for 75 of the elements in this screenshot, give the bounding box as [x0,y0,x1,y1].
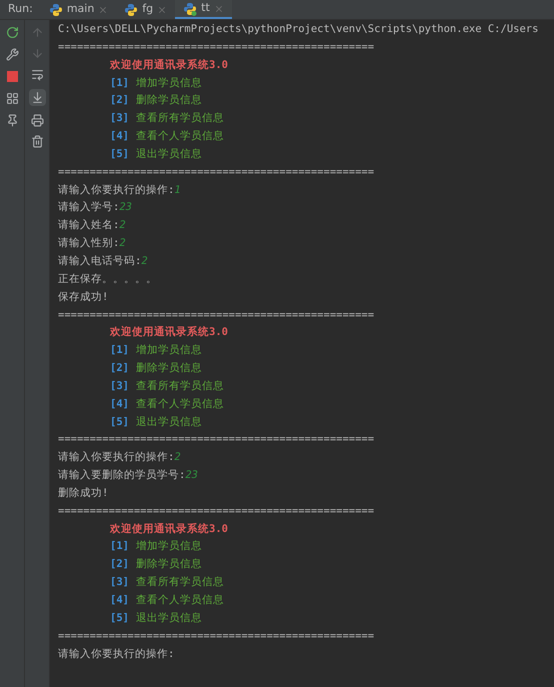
print-icon[interactable] [30,114,44,127]
run-tab[interactable]: main [40,0,116,19]
run-label: Run: [7,1,34,18]
separator-line: ================================================== [58,164,374,180]
option-number: [3] [110,111,129,126]
prompt-text: 请输入学号: [58,200,120,216]
input-text: 23 [119,200,132,216]
option-label: 查看个人学员信息 [136,129,224,144]
menu-title: 欢迎使用通讯录系统3.0 [108,58,228,73]
run-tab[interactable]: fg [116,0,176,19]
option-label: 增加学员信息 [136,76,202,91]
input-text: 2 [174,450,181,466]
option-number: [2] [110,557,129,572]
option-number: [2] [110,93,129,108]
input-text: 1 [174,182,181,198]
option-number: [3] [110,575,129,590]
option-number: [4] [110,129,129,144]
menu-title: 欢迎使用通讯录系统3.0 [108,522,228,537]
scroll-to-end-button[interactable] [28,89,46,106]
input-text: 2 [119,218,126,234]
wrench-icon[interactable] [6,48,18,61]
separator-line: ================================================== [58,308,374,322]
arrow-to-line-icon [30,91,44,104]
option-label: 增加学员信息 [136,343,202,358]
option-number: [2] [110,361,129,376]
option-label: 退出学员信息 [136,414,202,430]
option-label: 查看所有学员信息 [136,111,224,126]
separator-line: ================================================== [58,40,374,55]
file-type-icon [183,2,198,16]
option-number: [1] [110,343,129,358]
layout-icon[interactable] [6,92,18,105]
pin-icon[interactable] [6,114,18,127]
output-text: 保存成功! [58,290,108,305]
separator-line: ================================================== [58,432,374,448]
option-number: [4] [110,593,129,608]
prompt-text: 请输入性别: [58,236,120,252]
option-label: 退出学员信息 [136,146,202,162]
prompt-text: 请输入你要执行的操作: [58,182,174,198]
rerun-icon[interactable] [6,26,18,39]
input-text: 2 [119,236,126,252]
command-line: C:\Users\DELL\PycharmProjects\pythonProject\venv\Scripts\python.exe C:/Users [58,22,538,37]
run-tab[interactable]: tt [175,0,232,19]
option-label: 查看所有学员信息 [136,575,224,590]
prompt-text: 请输入你要执行的操作: [58,450,174,466]
separator-line: ================================================== [58,628,374,644]
trash-icon[interactable] [30,135,44,148]
prompt-text: 请输入电话号码: [58,254,142,269]
file-type-icon [124,2,138,16]
option-number: [5] [110,610,129,626]
output-text: 正在保存。。。。。 [58,272,157,287]
output-text: 删除成功! [58,486,108,501]
option-number: [1] [110,539,129,554]
option-label: 查看所有学员信息 [136,378,224,394]
menu-title: 欢迎使用通讯录系统3.0 [108,324,228,340]
option-number: [3] [110,378,129,394]
file-type-icon [48,2,63,16]
prompt-text: 请输入你要执行的操作: [58,646,174,662]
prompt-text: 请输入要删除的学员学号: [58,468,186,484]
option-label: 查看个人学员信息 [136,593,224,608]
option-number: [1] [110,76,129,91]
input-text: 2 [141,254,148,269]
prompt-text: 请输入姓名: [58,218,120,234]
input-text: 23 [185,468,198,484]
option-label: 删除学员信息 [136,93,202,108]
option-number: [5] [110,414,129,430]
option-number: [5] [110,146,129,162]
option-label: 增加学员信息 [136,539,202,554]
wrap-icon[interactable] [30,68,44,81]
option-label: 删除学员信息 [136,557,202,572]
option-label: 退出学员信息 [136,610,202,626]
stop-icon[interactable] [6,70,18,83]
option-label: 查看个人学员信息 [136,396,224,412]
option-label: 删除学员信息 [136,361,202,376]
option-number: [4] [110,396,129,412]
separator-line: ================================================== [58,504,374,519]
